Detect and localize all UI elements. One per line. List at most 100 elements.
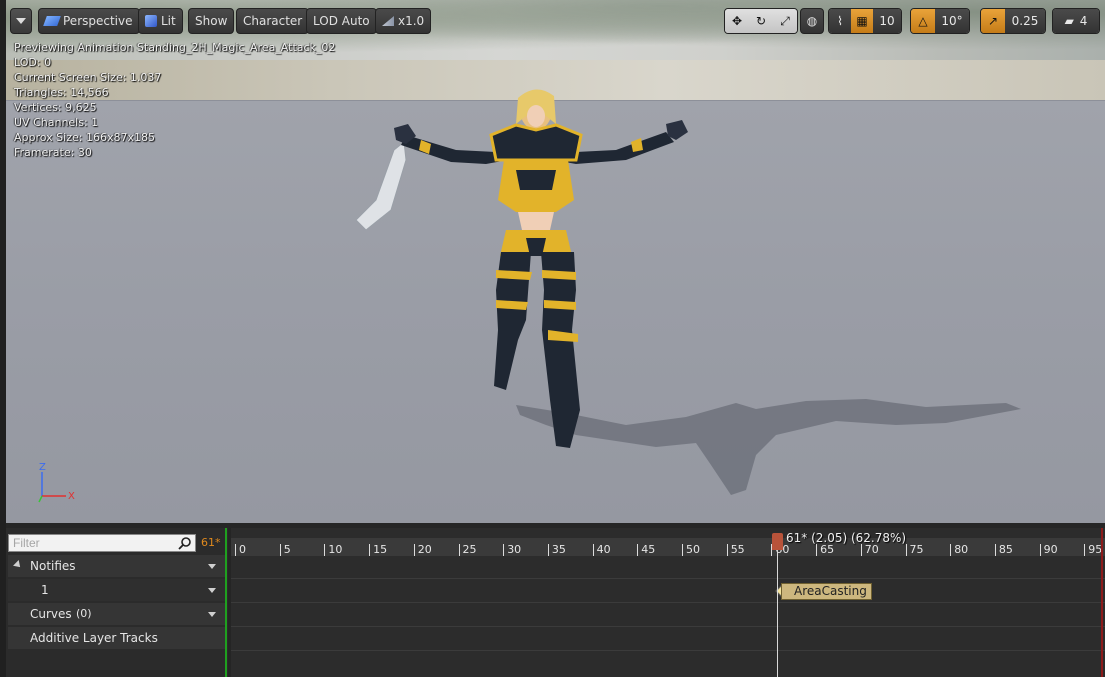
- notify-areacasting[interactable]: AreaCasting: [781, 583, 872, 600]
- surface-snap-button[interactable]: ⌇: [829, 9, 851, 33]
- tick-label: 55: [726, 543, 745, 556]
- rotate-mode-button[interactable]: ↻: [749, 9, 773, 33]
- tick-label: 50: [682, 543, 700, 556]
- rotation-snap-value[interactable]: 10°: [935, 9, 969, 33]
- animation-editor: Perspective Lit Show Character LOD Auto …: [0, 0, 1105, 677]
- playback-speed-button[interactable]: x1.0: [375, 8, 432, 34]
- chevron-down-icon[interactable]: [208, 564, 216, 569]
- time-ruler[interactable]: [231, 538, 1105, 556]
- track-list: Filter 61* Notifies 1 Curves (0) Additiv…: [6, 528, 228, 677]
- viewport-options-button[interactable]: [10, 8, 32, 34]
- character-label: Character: [243, 14, 303, 28]
- additive-label: Additive Layer Tracks: [30, 631, 158, 645]
- angle-icon: △: [918, 14, 928, 28]
- grid-snap-group: ⌇ ▦ 10: [828, 8, 902, 34]
- show-label: Show: [195, 14, 228, 28]
- world-icon: ◍: [806, 14, 818, 28]
- tick-label: 75: [905, 543, 924, 556]
- rotation-snap-button[interactable]: △: [911, 9, 935, 33]
- translate-mode-button[interactable]: ✥: [725, 9, 749, 33]
- camera-speed-button[interactable]: ▰ 4: [1053, 9, 1099, 33]
- expand-arrow-icon[interactable]: [13, 560, 23, 570]
- rotation-snap-group: △ 10°: [910, 8, 970, 34]
- playhead-handle[interactable]: [772, 533, 783, 550]
- grid-snap-value[interactable]: 10: [873, 9, 901, 33]
- coordinate-space-button[interactable]: ◍: [800, 8, 824, 34]
- stats-triangles-line: Triangles: 14,566: [14, 86, 109, 99]
- scale-snap-button[interactable]: ↗: [981, 9, 1005, 33]
- axis-x-label: X: [68, 491, 75, 502]
- tick-label: 40: [592, 543, 611, 556]
- filter-input[interactable]: Filter: [8, 534, 196, 552]
- scale-icon: ⤢: [780, 13, 790, 28]
- frame-count: 61*: [201, 536, 221, 549]
- translate-icon: ✥: [731, 14, 743, 28]
- end-marker: [1101, 528, 1103, 677]
- notifies-label: Notifies: [30, 559, 76, 573]
- lit-label: Lit: [161, 14, 176, 28]
- stats-lod-line: LOD: 0: [14, 56, 52, 69]
- stats-screen-size-line: Current Screen Size: 1.037: [14, 71, 162, 84]
- tick-label: 80: [950, 543, 969, 556]
- scale-snap-value[interactable]: 0.25: [1005, 9, 1045, 33]
- stats-framerate-line: Framerate: 30: [14, 146, 92, 159]
- speed-icon: [382, 16, 394, 26]
- stats-uv-line: UV Channels: 1: [14, 116, 99, 129]
- camera-icon: ▰: [1064, 14, 1074, 28]
- perspective-label: Perspective: [63, 14, 133, 28]
- show-button[interactable]: Show: [188, 8, 235, 34]
- timeline-area[interactable]: 05101520253035404550556065707580859095 A…: [231, 528, 1105, 677]
- lod-label: LOD Auto: [313, 14, 370, 28]
- stats-vertices-line: Vertices: 9,625: [14, 101, 97, 114]
- stats-preview-line: Previewing Animation Standing_2H_Magic_A…: [14, 41, 336, 54]
- perspective-button[interactable]: Perspective: [38, 8, 140, 34]
- search-icon: [178, 537, 191, 550]
- perspective-icon: [43, 16, 61, 26]
- scale-mode-button[interactable]: ⤢: [773, 9, 797, 33]
- chevron-down-icon: [16, 18, 26, 24]
- notify-track-1[interactable]: 1: [8, 579, 226, 601]
- speed-label: x1.0: [398, 14, 425, 28]
- tick-label: 85: [994, 543, 1013, 556]
- tick-label: 30: [503, 543, 522, 556]
- notify-track-label: 1: [41, 583, 49, 597]
- curves-track-header[interactable]: Curves (0): [8, 603, 226, 625]
- lit-button[interactable]: Lit: [138, 8, 183, 34]
- character-button[interactable]: Character: [236, 8, 310, 34]
- scale-snap-icon: ↗: [987, 14, 999, 28]
- viewport[interactable]: Perspective Lit Show Character LOD Auto …: [6, 0, 1105, 523]
- camera-speed-group: ▰ 4: [1052, 8, 1100, 34]
- axis-z-label: Z: [39, 462, 46, 473]
- tick-label: 5: [279, 543, 291, 556]
- tick-label: 20: [413, 543, 432, 556]
- animation-timeline-panel: Filter 61* Notifies 1 Curves (0) Additiv…: [6, 528, 1105, 677]
- curves-count: (0): [76, 607, 92, 620]
- scale-snap-group: ↗ 0.25: [980, 8, 1046, 34]
- chevron-down-icon[interactable]: [208, 612, 216, 617]
- tick-label: 65: [816, 543, 835, 556]
- rotate-icon: ↻: [755, 14, 767, 28]
- tick-label: 0: [235, 543, 246, 556]
- lod-button[interactable]: LOD Auto: [306, 8, 377, 34]
- tick-label: 45: [637, 543, 656, 556]
- tick-label: 15: [369, 543, 388, 556]
- axis-gizmo: Z X: [38, 462, 75, 503]
- transform-mode-group: ✥ ↻ ⤢: [724, 8, 798, 34]
- surface-snap-icon: ⌇: [837, 14, 843, 28]
- chevron-down-icon[interactable]: [208, 588, 216, 593]
- lit-icon: [145, 15, 157, 27]
- notifies-track-header[interactable]: Notifies: [8, 555, 226, 577]
- grid-snap-button[interactable]: ▦: [851, 9, 873, 33]
- character-model: [355, 89, 688, 448]
- curves-label: Curves: [30, 607, 72, 621]
- playhead-line[interactable]: [777, 534, 778, 677]
- tick-label: 10: [324, 543, 343, 556]
- playhead-label: 61* (2.05) (62.78%): [786, 531, 907, 545]
- tick-label: 90: [1039, 543, 1058, 556]
- tick-label: 70: [860, 543, 879, 556]
- grid-icon: ▦: [856, 14, 868, 28]
- viewport-stats: Previewing Animation Standing_2H_Magic_A…: [14, 40, 335, 160]
- tick-label: 25: [458, 543, 477, 556]
- additive-layer-tracks-header[interactable]: Additive Layer Tracks: [8, 627, 226, 649]
- tick-label: 35: [547, 543, 566, 556]
